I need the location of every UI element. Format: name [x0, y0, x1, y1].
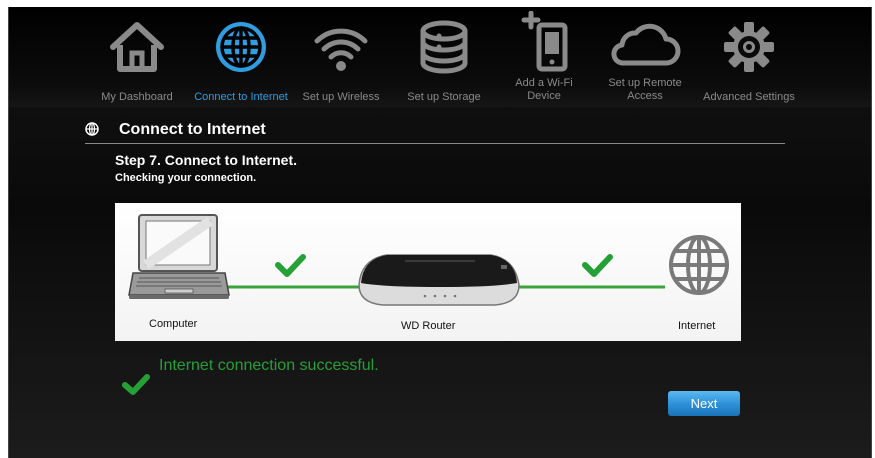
- nav-item-wireless[interactable]: Set up Wireless: [297, 7, 385, 107]
- check-icon: [275, 254, 306, 277]
- app-window: My Dashboard Connect to Internet Set up …: [8, 7, 872, 458]
- nav-label: Advanced Settings: [703, 91, 795, 103]
- add-device-icon: [521, 11, 568, 72]
- nav-item-remote-access[interactable]: Set up Remote Access: [597, 7, 693, 107]
- step-title: Step 7. Connect to Internet.: [115, 152, 298, 168]
- section-header: Connect to Internet: [85, 119, 785, 145]
- nav-item-dashboard[interactable]: My Dashboard: [89, 7, 185, 107]
- nav-label: Set up Remote Access: [608, 77, 682, 102]
- home-icon: [110, 22, 164, 72]
- nav-item-connect-internet[interactable]: Connect to Internet: [185, 7, 297, 107]
- router-icon: [358, 254, 520, 306]
- internet-globe-icon: [669, 235, 729, 295]
- nav-label: Add a Wi-Fi Device: [515, 77, 573, 102]
- laptop-icon: [128, 214, 230, 299]
- page-title: Connect to Internet: [119, 121, 266, 138]
- status-message: Internet connection successful.: [159, 357, 379, 374]
- nav-label: Set up Storage: [407, 91, 481, 103]
- nav-item-add-device[interactable]: Add a Wi-Fi Device: [503, 7, 585, 107]
- gear-icon: [724, 22, 774, 72]
- check-icon: [582, 254, 613, 277]
- connection-diagram: Computer WD Router Internet: [115, 203, 741, 341]
- success-check-icon: [122, 374, 150, 395]
- divider: [85, 143, 785, 144]
- step-subtitle: Checking your connection.: [115, 172, 257, 184]
- globe-icon: [85, 122, 99, 136]
- storage-icon: [420, 20, 468, 74]
- nav-label: My Dashboard: [101, 91, 173, 103]
- internet-label: Internet: [678, 320, 716, 332]
- router-label: WD Router: [401, 320, 456, 332]
- nav-item-storage[interactable]: Set up Storage: [399, 7, 489, 107]
- nav-label: Set up Wireless: [302, 91, 380, 103]
- globe-icon: [216, 22, 266, 72]
- next-button[interactable]: Next: [668, 391, 740, 416]
- computer-label: Computer: [149, 318, 198, 330]
- nav-label: Connect to Internet: [194, 91, 288, 103]
- wifi-icon: [314, 28, 368, 71]
- cloud-icon: [611, 23, 681, 66]
- top-navigation: My Dashboard Connect to Internet Set up …: [9, 7, 871, 107]
- nav-item-advanced-settings[interactable]: Advanced Settings: [697, 7, 801, 107]
